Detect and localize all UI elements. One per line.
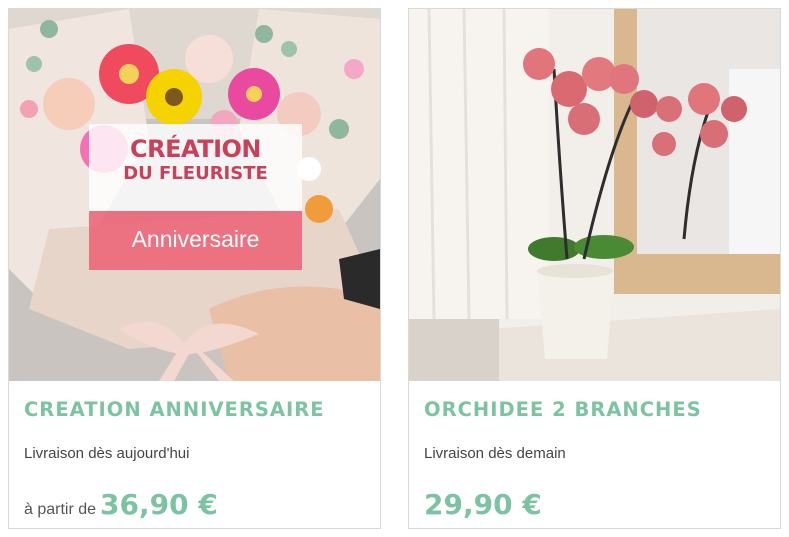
product-title[interactable]: CREATION ANNIVERSAIRE (24, 398, 325, 421)
delivery-info: Livraison dès aujourd'hui (24, 445, 190, 462)
price-prefix: à partir de (24, 501, 97, 518)
price-row: à partir de 36,90 € (24, 488, 218, 521)
delivery-info: Livraison dès demain (424, 445, 566, 462)
overlay-title: CRÉATION DU FLEURISTE (89, 124, 302, 211)
product-image-orchid[interactable] (409, 9, 780, 381)
product-price: 29,90 € (424, 488, 542, 521)
product-title[interactable]: ORCHIDEE 2 BRANCHES (424, 398, 702, 421)
product-card-orchidee-2-branches[interactable]: ORCHIDEE 2 BRANCHES Livraison dès demain… (408, 8, 781, 529)
overlay-line1: CRÉATION (130, 135, 262, 163)
price-row: 29,90 € (424, 488, 542, 521)
overlay-tag: Anniversaire (89, 211, 302, 270)
product-card-creation-anniversaire[interactable]: CRÉATION DU FLEURISTE Anniversaire CREAT… (8, 8, 381, 529)
product-price: 36,90 € (100, 488, 218, 521)
orchid-illustration (409, 9, 780, 381)
creation-overlay-badge: CRÉATION DU FLEURISTE Anniversaire (89, 124, 302, 270)
overlay-line2: DU FLEURISTE (123, 162, 268, 184)
product-image-bouquet[interactable]: CRÉATION DU FLEURISTE Anniversaire (9, 9, 380, 381)
